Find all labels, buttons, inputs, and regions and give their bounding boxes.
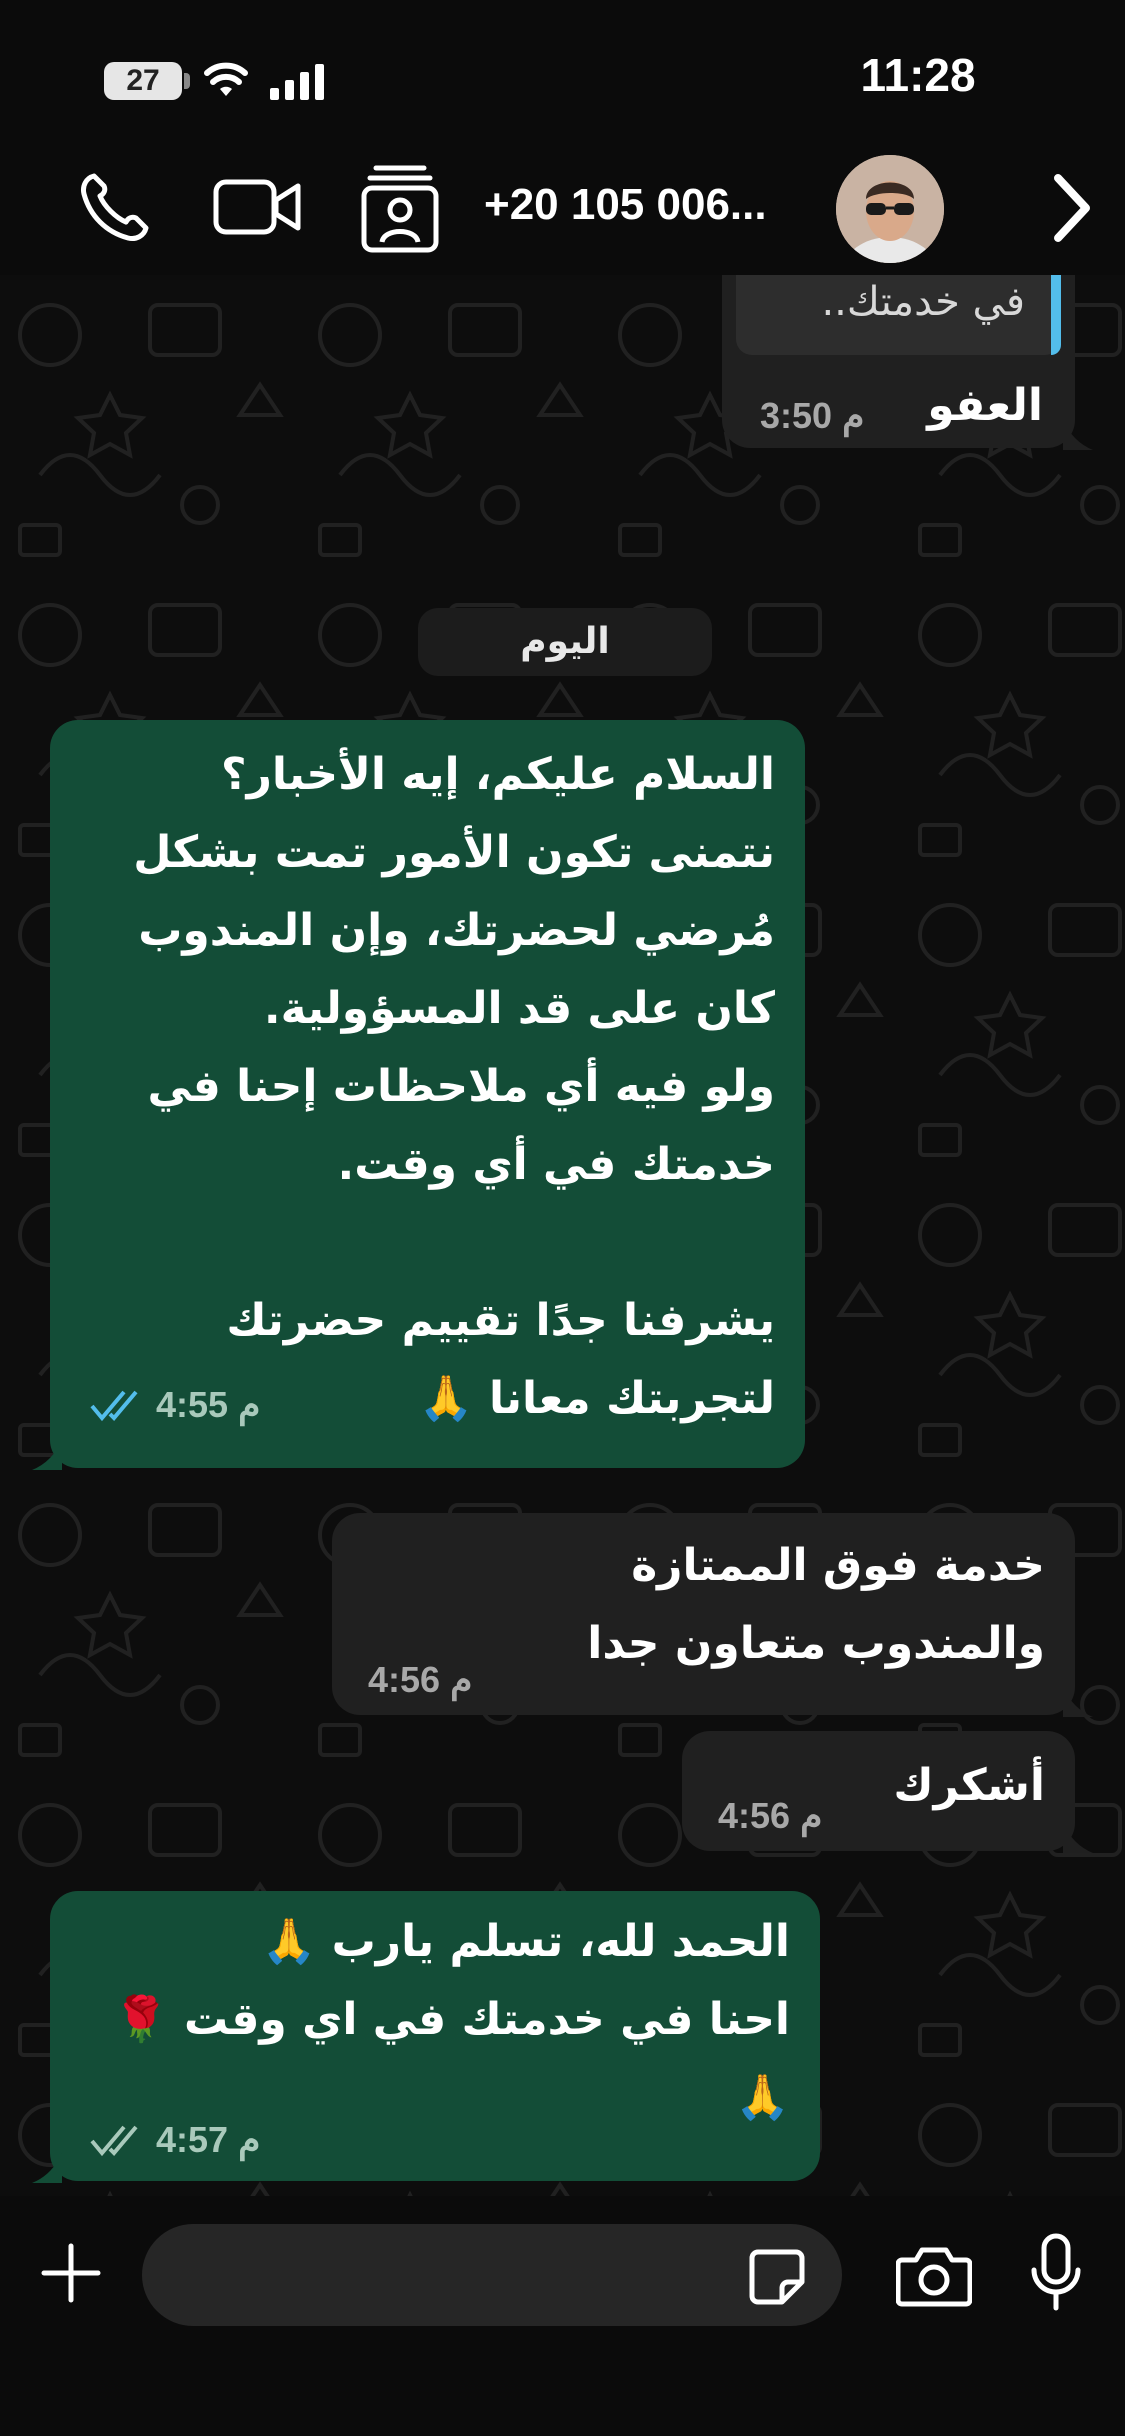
quote-accent-bar [1051, 275, 1061, 355]
date-separator: اليوم [418, 608, 712, 676]
message-time: 4:55 م [90, 1384, 260, 1426]
video-camera-icon[interactable] [212, 172, 304, 242]
message-text: السلام عليكم، إيه الأخبار؟ نتمنى تكون ال… [133, 749, 775, 1424]
phone-icon[interactable] [76, 170, 152, 246]
message-composer [0, 2196, 1125, 2436]
message-incoming[interactable]: خدمة فوق الممتازة والمندوب متعاون جدا 4:… [332, 1513, 1093, 1717]
message-time: 4:56 م [368, 1659, 472, 1701]
message-time: 4:57 م [90, 2119, 260, 2161]
contact-card-icon[interactable] [360, 162, 440, 254]
quoted-message[interactable]: في خدمتك.. [736, 275, 1061, 355]
bubble-tail [1063, 1687, 1093, 1717]
double-check-icon [90, 1390, 138, 1422]
message-text: العفو [927, 380, 1043, 431]
bubble-tail [1063, 420, 1093, 450]
message-outgoing[interactable]: السلام عليكم، إيه الأخبار؟ نتمنى تكون ال… [32, 720, 805, 1470]
camera-icon[interactable] [896, 2244, 972, 2308]
message-text: خدمة فوق الممتازة والمندوب متعاون جدا [587, 1540, 1045, 1669]
avatar[interactable] [836, 155, 944, 263]
cellular-signal-icon [270, 64, 324, 100]
battery-cap [184, 73, 190, 89]
time-label: 4:57 م [156, 2119, 261, 2160]
battery-level: 27 [126, 64, 160, 97]
message-text: الحمد لله، تسلم يارب 🙏 احنا في خدمتك في … [113, 1916, 790, 2123]
bubble-tail [32, 1440, 62, 1470]
time-label: 3:50 م [760, 395, 865, 436]
message-time: 4:56 م [718, 1795, 822, 1837]
contact-name[interactable]: +20 105 006... [484, 180, 814, 230]
wifi-icon [204, 62, 248, 96]
quoted-text: في خدمتك.. [821, 279, 1025, 325]
chat-area[interactable]: في خدمتك.. العفو 3:50 م اليوم السلام علي… [0, 275, 1125, 2196]
message-incoming[interactable]: في خدمتك.. العفو 3:50 م [722, 275, 1093, 450]
microphone-icon[interactable] [1030, 2232, 1082, 2318]
message-time: 3:50 م [760, 395, 864, 437]
status-time: 11:28 [860, 49, 976, 101]
message-incoming[interactable]: أشكرك 4:56 م [682, 1731, 1093, 1853]
battery-icon: 27 [104, 62, 182, 100]
status-bar: 27 11:28 [0, 0, 1125, 150]
time-label: 4:56 م [368, 1659, 473, 1700]
double-check-icon [90, 2125, 138, 2157]
chevron-right-icon[interactable] [1050, 172, 1094, 244]
time-label: 4:56 م [718, 1795, 823, 1836]
sticker-icon[interactable] [748, 2248, 806, 2306]
bubble-tail [1063, 1823, 1093, 1853]
bubble-tail [32, 2153, 62, 2183]
time-label: 4:55 م [156, 1384, 261, 1425]
contact-photo [836, 155, 944, 263]
plus-icon[interactable] [40, 2242, 102, 2304]
message-outgoing[interactable]: الحمد لله، تسلم يارب 🙏 احنا في خدمتك في … [32, 1891, 820, 2183]
chat-header: +20 105 006... [0, 150, 1125, 275]
message-input[interactable] [142, 2224, 842, 2326]
message-text: أشكرك [893, 1760, 1045, 1811]
